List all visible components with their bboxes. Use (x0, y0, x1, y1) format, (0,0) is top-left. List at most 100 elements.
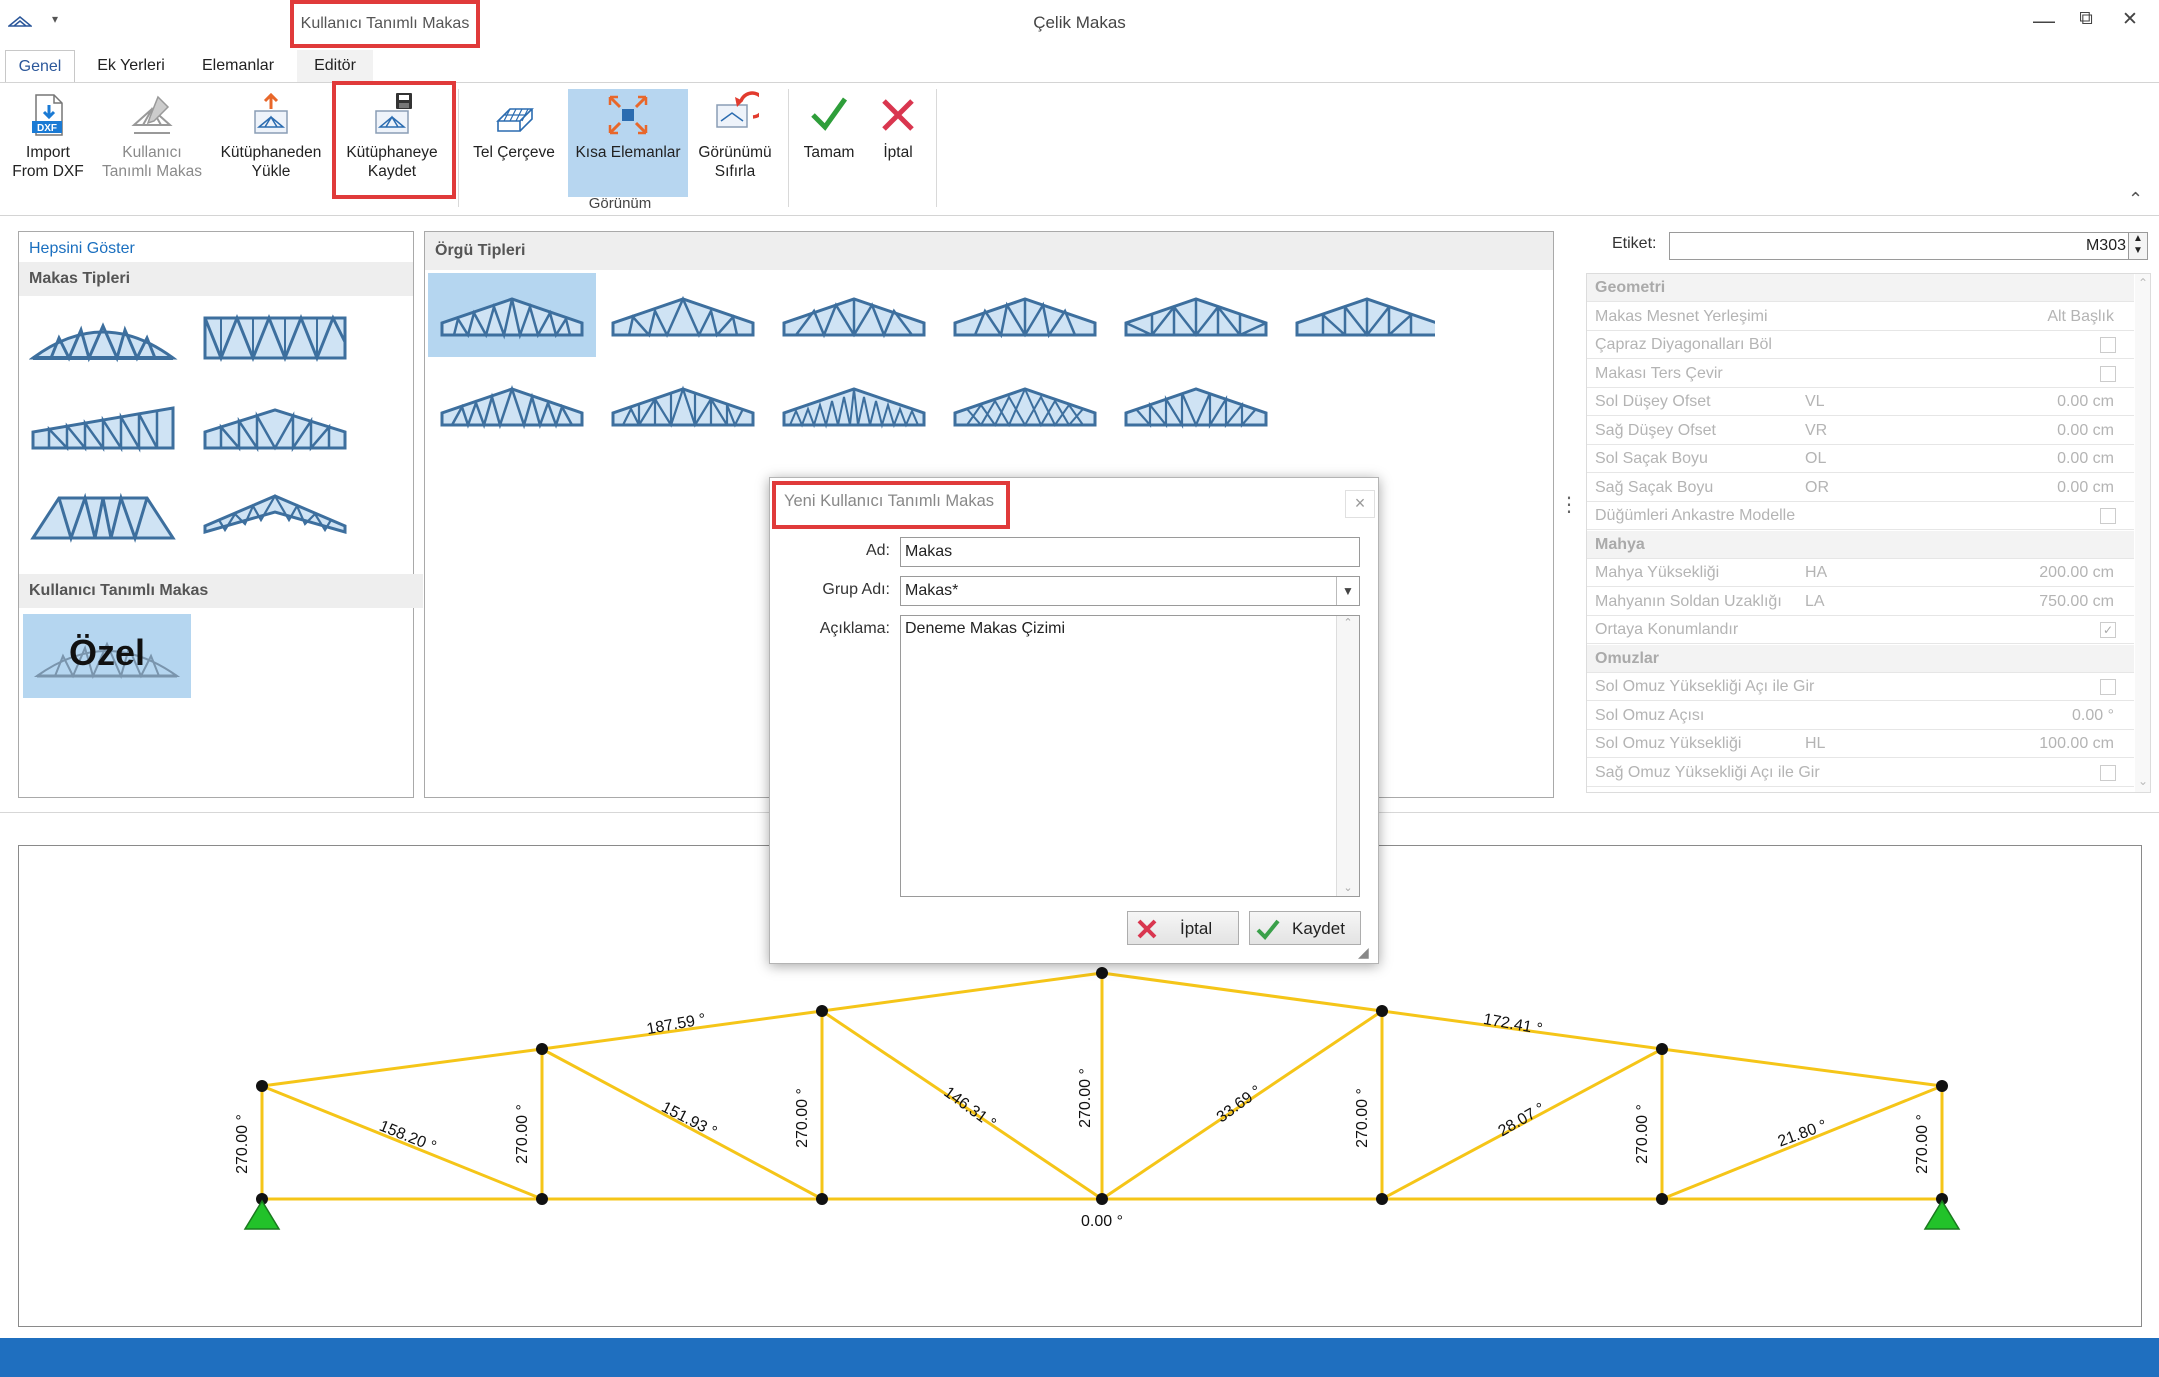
property-row[interactable]: Düğümleri Ankastre Modelle (1587, 502, 2134, 530)
tamam-button[interactable]: Tamam (796, 89, 862, 197)
ad-input[interactable]: Makas (900, 537, 1360, 567)
truss-type-flat[interactable] (203, 316, 347, 360)
property-value[interactable]: Alt Başlık (2047, 303, 2114, 331)
property-value[interactable]: 0.00 cm (2057, 445, 2114, 473)
property-row[interactable]: Ortaya Konumlandır ✓ (1587, 616, 2134, 644)
property-checkbox[interactable] (2100, 764, 2116, 781)
property-scrollbar[interactable]: ⌃ ⌄ (2135, 274, 2150, 792)
property-value[interactable]: 0.00 ° (2072, 702, 2114, 730)
web-type-2[interactable] (613, 299, 753, 335)
property-row[interactable]: Sağ Saçak Boyu OR 0.00 cm (1587, 474, 2134, 502)
tab-elemanlar[interactable]: Elemanlar (193, 50, 283, 82)
truss-type-arch[interactable] (31, 324, 175, 360)
kutuphaneden-yukle-button[interactable]: Kütüphaneden Yükle (212, 89, 330, 197)
property-row[interactable]: Sol Düşey Ofset VL 0.00 cm (1587, 388, 2134, 416)
grup-adi-value: Makas* (905, 582, 959, 599)
property-row[interactable]: Sağ Omuz Yüksekliği Açı ile Gir (1587, 759, 2134, 787)
property-row[interactable]: Sağ Düşey Ofset VR 0.00 cm (1587, 417, 2134, 445)
chevron-down-icon[interactable]: ▼ (1336, 577, 1359, 605)
tel-cerceve-button[interactable]: Tel Çerçeve (466, 89, 562, 197)
dialog-kaydet-label: Kaydet (1292, 919, 1345, 938)
angle-label: 187.59 ° (645, 1011, 707, 1038)
web-type-4[interactable] (955, 299, 1095, 335)
property-row[interactable]: Sol Omuz Açısı 0.00 ° (1587, 702, 2134, 730)
web-type-7[interactable] (442, 389, 582, 425)
web-type-1[interactable] (442, 299, 582, 335)
etiket-input[interactable]: M303 (1669, 232, 2135, 260)
property-checkbox[interactable] (2100, 337, 2116, 353)
web-type-3[interactable] (784, 299, 924, 335)
highlight-box (772, 481, 1010, 529)
property-row[interactable]: Makas Mesnet Yerleşimi Alt Başlık (1587, 303, 2134, 331)
web-type-11[interactable] (1126, 389, 1266, 425)
gorunumu-sifirla-button[interactable]: Görünümü Sıfırla (692, 89, 778, 197)
property-checkbox[interactable] (2100, 365, 2116, 382)
truss-type-mono[interactable] (31, 406, 175, 450)
scroll-down-icon[interactable]: ⌄ (2135, 774, 2150, 788)
textarea-scrollbar[interactable]: ⌃ ⌄ (1336, 616, 1359, 896)
kullanici-tanimli-makas-button[interactable]: Kullanıcı Tanımlı Makas (100, 89, 204, 197)
ribbon-separator (458, 89, 459, 207)
property-value[interactable]: 100.00 cm (2039, 730, 2114, 758)
property-value[interactable]: 200.00 cm (2039, 559, 2114, 587)
property-row[interactable]: Sol Omuz Yüksekliği HL 100.00 cm (1587, 730, 2134, 758)
angle-label: 270.00 ° (1914, 1114, 1931, 1174)
property-row[interactable]: Çapraz Diyagonalları Böl (1587, 331, 2134, 359)
grup-adi-select[interactable]: Makas* ▼ (900, 576, 1360, 606)
custom-truss-tile[interactable]: Özel (23, 614, 191, 698)
dialog-kaydet-button[interactable]: Kaydet (1249, 911, 1361, 945)
aciklama-textarea[interactable]: Deneme Makas Çizimi ⌃ ⌄ (900, 615, 1360, 897)
property-checkbox[interactable] (2100, 508, 2116, 524)
resize-grip-icon[interactable]: ◢ (1358, 944, 1369, 961)
tab-editor[interactable]: Editör (297, 50, 373, 82)
web-type-9[interactable] (784, 389, 924, 425)
gorunum-group-label: Görünüm (588, 195, 652, 212)
dialog-close-button[interactable]: × (1345, 490, 1375, 518)
custom-tile-label: Özel (68, 632, 146, 673)
ad-label: Ad: (865, 542, 890, 559)
collapse-ribbon-icon[interactable]: ⌃ (2128, 189, 2143, 210)
scroll-up-icon[interactable]: ⌃ (1337, 616, 1359, 629)
splitter-handle[interactable]: ⋮ (1559, 495, 1579, 515)
truss-type-pitched[interactable] (203, 408, 347, 450)
property-category: Mahya (1587, 530, 2134, 559)
import-dxf-button[interactable]: DXF Import From DXF (4, 89, 92, 197)
property-checkbox[interactable] (2100, 679, 2116, 695)
scroll-down-icon[interactable]: ⌄ (1337, 881, 1359, 894)
truss-type-scissor[interactable] (203, 494, 347, 534)
close-button[interactable]: ✕ (2110, 8, 2150, 31)
kullanici-tanimli-header: Kullanıcı Tanımlı Makas (19, 574, 423, 608)
tab-ek-yerleri[interactable]: Ek Yerleri (86, 50, 176, 82)
property-name: Sol Omuz Yüksekliği (1595, 735, 1742, 752)
etiket-spinner[interactable]: ▲ ▼ (2128, 232, 2148, 260)
web-type-10[interactable] (955, 389, 1095, 425)
property-row[interactable]: Sol Saçak Boyu OL 0.00 cm (1587, 445, 2134, 473)
property-code: OL (1805, 450, 1827, 467)
property-row[interactable]: Makası Ters Çevir (1587, 360, 2134, 388)
web-type-6[interactable] (1297, 299, 1435, 335)
hepsini-goster-link[interactable]: Hepsini Göster (19, 232, 413, 262)
property-checkbox[interactable]: ✓ (2100, 622, 2116, 638)
property-value[interactable]: 0.00 cm (2057, 388, 2114, 416)
tab-genel[interactable]: Genel (5, 50, 75, 83)
import-dxf-label: Import From DXF (12, 144, 84, 180)
property-row[interactable]: Mahyanın Soldan Uzaklığı LA 750.00 cm (1587, 588, 2134, 616)
kisa-elemanlar-button[interactable]: Kısa Elemanlar (568, 89, 688, 197)
property-value[interactable]: 750.00 cm (2039, 588, 2114, 616)
truss-type-trapezoid[interactable] (31, 496, 175, 540)
property-name: Sol Omuz Açısı (1595, 706, 1705, 724)
tamam-label: Tamam (803, 144, 855, 161)
web-type-8[interactable] (613, 389, 753, 425)
dialog-iptal-button[interactable]: İptal (1127, 911, 1239, 945)
property-value[interactable]: 0.00 cm (2057, 474, 2114, 502)
node (816, 1005, 828, 1017)
scroll-up-icon[interactable]: ⌃ (2135, 276, 2150, 290)
iptal-ribbon-button[interactable]: İptal (866, 89, 930, 197)
property-row[interactable]: Sol Omuz Yüksekliği Açı ile Gir (1587, 673, 2134, 701)
property-value[interactable]: 0.00 cm (2057, 417, 2114, 445)
minimize-button[interactable]: — (2024, 8, 2064, 34)
property-row[interactable]: Mahya Yüksekliği HA 200.00 cm (1587, 559, 2134, 587)
restore-button[interactable]: ⧉ (2066, 8, 2106, 30)
web-type-5[interactable] (1126, 299, 1266, 335)
library-load-icon (254, 92, 288, 134)
